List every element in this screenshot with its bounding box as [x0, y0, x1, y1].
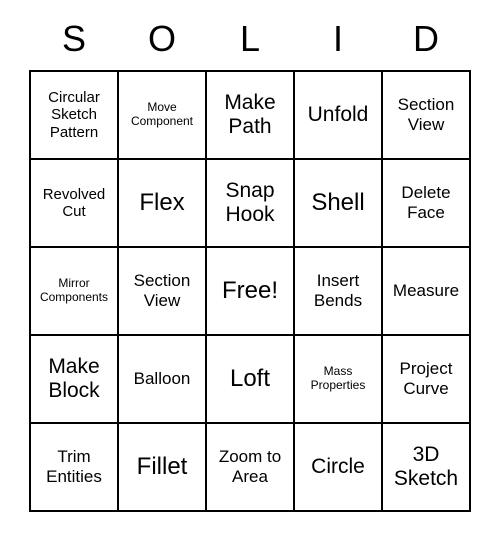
bingo-cell[interactable]: Section View: [118, 247, 206, 335]
bingo-cell[interactable]: 3D Sketch: [382, 423, 470, 511]
bingo-cell[interactable]: Flex: [118, 159, 206, 247]
bingo-cell[interactable]: Move Component: [118, 71, 206, 159]
bingo-header-row: S O L I D: [30, 18, 470, 60]
bingo-cell[interactable]: Section View: [382, 71, 470, 159]
bingo-cell[interactable]: Free!: [206, 247, 294, 335]
bingo-cell[interactable]: Project Curve: [382, 335, 470, 423]
bingo-cell[interactable]: Delete Face: [382, 159, 470, 247]
header-letter: I: [294, 18, 382, 60]
header-letter: L: [206, 18, 294, 60]
bingo-cell[interactable]: Revolved Cut: [30, 159, 118, 247]
bingo-cell[interactable]: Insert Bends: [294, 247, 382, 335]
bingo-cell[interactable]: Make Block: [30, 335, 118, 423]
bingo-cell[interactable]: Measure: [382, 247, 470, 335]
bingo-cell[interactable]: Snap Hook: [206, 159, 294, 247]
bingo-cell[interactable]: Unfold: [294, 71, 382, 159]
bingo-cell[interactable]: Fillet: [118, 423, 206, 511]
bingo-cell[interactable]: Mass Properties: [294, 335, 382, 423]
bingo-cell[interactable]: Circle: [294, 423, 382, 511]
header-letter: D: [382, 18, 470, 60]
bingo-cell[interactable]: Circular Sketch Pattern: [30, 71, 118, 159]
bingo-cell[interactable]: Trim Entities: [30, 423, 118, 511]
bingo-cell[interactable]: Make Path: [206, 71, 294, 159]
bingo-cell[interactable]: Shell: [294, 159, 382, 247]
bingo-cell[interactable]: Zoom to Area: [206, 423, 294, 511]
bingo-cell[interactable]: Mirror Components: [30, 247, 118, 335]
header-letter: O: [118, 18, 206, 60]
bingo-cell[interactable]: Loft: [206, 335, 294, 423]
header-letter: S: [30, 18, 118, 60]
bingo-grid: Circular Sketch PatternMove ComponentMak…: [29, 70, 471, 512]
bingo-cell[interactable]: Balloon: [118, 335, 206, 423]
